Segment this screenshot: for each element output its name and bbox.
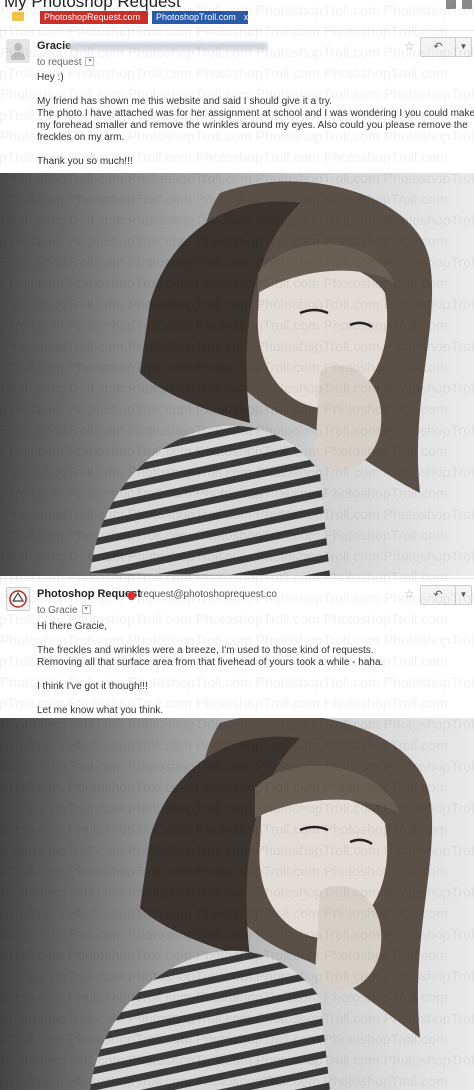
label-chip-photoshoprequest[interactable]: PhotoshopRequest.com x (40, 11, 153, 24)
details-dropdown-icon[interactable]: ▾ (85, 56, 95, 66)
body-spacer (37, 693, 467, 705)
reply-controls: ↶ ▼ (420, 585, 472, 605)
reply-controls: ↶ ▼ (420, 37, 472, 57)
chevron-down-icon[interactable]: ▼ (456, 586, 471, 604)
verified-icon (128, 591, 135, 600)
body-line: The freckles and wrinkles were a breeze,… (37, 645, 374, 656)
body-line: I think I've got it though!!! (37, 681, 148, 692)
star-icon[interactable]: ☆ (404, 587, 415, 601)
avatar (6, 39, 30, 63)
sender-name[interactable]: Photoshop Request (37, 588, 141, 600)
body-spacer (37, 144, 467, 156)
body-line: Thank you so much!!! (37, 156, 133, 167)
star-icon[interactable]: ☆ (404, 39, 415, 53)
attached-photo-original (0, 173, 474, 576)
avatar (6, 587, 30, 611)
sender-name[interactable]: Gracie (37, 40, 71, 52)
message-body: Hi there Gracie, The freckles and wrinkl… (37, 621, 467, 717)
recipient-text: to request (37, 57, 82, 68)
recipient-text: to Gracie (37, 605, 78, 616)
message-photoshop-request: Photoshop Request request@photoshopreque… (0, 578, 474, 719)
body-line: The photo I have attached was for her as… (37, 108, 474, 119)
body-spacer (37, 669, 467, 681)
brand-logo-icon (9, 590, 27, 608)
redacted-email (68, 42, 268, 50)
reply-icon[interactable]: ↶ (421, 586, 456, 604)
message-gracie: Gracie to request ▾ ☆ ↶ ▼ Hey :) My frien… (0, 30, 474, 174)
thread-actions (440, 0, 472, 14)
reply-icon[interactable]: ↶ (421, 38, 456, 56)
label-text: PhotoshopRequest.com (44, 12, 141, 22)
body-spacer (37, 84, 467, 96)
body-line: Hi there Gracie, (37, 621, 108, 632)
recipient-line: to request ▾ (37, 56, 95, 68)
body-line: Hey :) (37, 72, 64, 83)
message-body: Hey :) My friend has shown me this websi… (37, 72, 474, 168)
remove-label-icon[interactable]: x (244, 12, 249, 22)
attached-photo-edited (0, 718, 474, 1090)
new-window-icon[interactable] (462, 0, 472, 9)
chevron-down-icon[interactable]: ▼ (456, 38, 471, 56)
label-icon (12, 12, 24, 21)
details-dropdown-icon[interactable]: ▾ (81, 604, 91, 614)
label-chip-photoshoptroll[interactable]: PhotoshopTroll.com x (152, 11, 248, 24)
body-line: my forehead smaller and remove the wrink… (37, 120, 468, 131)
recipient-line: to Gracie ▾ (37, 604, 91, 616)
body-line: Let me know what you think. (37, 705, 164, 716)
sender-email: request@photoshoprequest.co (140, 589, 277, 600)
body-line: Removing all that surface area from that… (37, 657, 384, 668)
body-line: My friend has shown me this website and … (37, 96, 332, 107)
photo-image (0, 718, 474, 1090)
print-icon[interactable] (446, 0, 456, 9)
label-text: PhotoshopTroll.com (156, 12, 236, 22)
thread-header: My Photoshop Request PhotoshopRequest.co… (0, 0, 474, 30)
body-spacer (37, 633, 467, 645)
photo-image (0, 173, 474, 576)
body-line: freckles on my arm. (37, 132, 125, 143)
